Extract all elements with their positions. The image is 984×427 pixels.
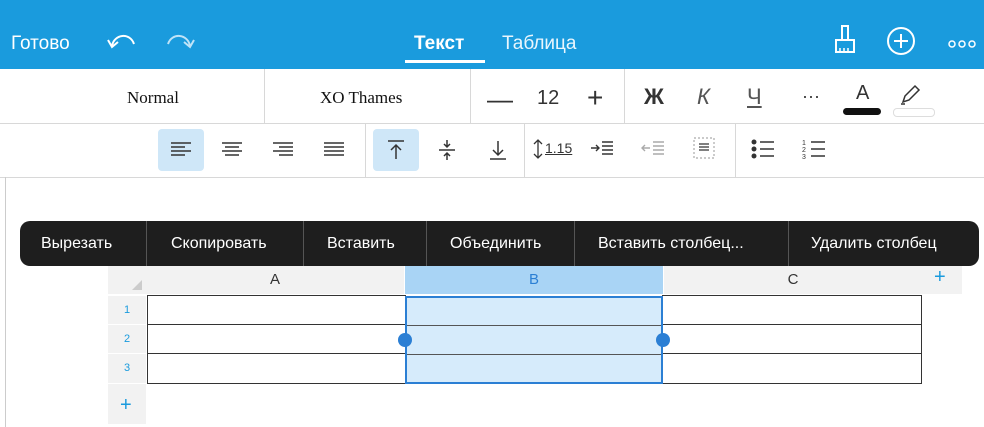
divider (470, 69, 471, 123)
line-spacing-icon[interactable] (532, 138, 544, 165)
divider (365, 124, 366, 177)
svg-text:2: 2 (802, 147, 806, 154)
bold-button[interactable]: Ж (644, 84, 664, 110)
paragraph-style-select[interactable]: Normal (127, 88, 179, 108)
font-color-swatch (843, 108, 881, 115)
add-row-button[interactable]: + (120, 394, 132, 417)
active-tab-indicator (405, 60, 485, 63)
column-header-b[interactable]: B (405, 266, 663, 294)
font-select[interactable]: XO Thames (320, 88, 402, 108)
menu-divider (146, 221, 147, 266)
menu-item-merge[interactable]: Объединить (450, 221, 541, 266)
valign-top-button[interactable] (373, 129, 419, 171)
menu-item-insert-column[interactable]: Вставить столбец... (598, 221, 744, 266)
bulleted-list-icon[interactable] (750, 137, 776, 166)
row-header-2[interactable]: 2 (108, 325, 146, 353)
more-format-button[interactable]: ··· (802, 86, 820, 107)
selection-handle-left[interactable] (398, 333, 412, 347)
menu-divider (426, 221, 427, 266)
align-justify-button[interactable] (311, 129, 357, 171)
row-header-1[interactable]: 1 (108, 296, 146, 324)
selected-column[interactable] (405, 296, 663, 384)
decrease-font-button[interactable]: — (487, 84, 513, 115)
menu-item-delete-column[interactable]: Удалить столбец (811, 221, 937, 266)
menu-divider (788, 221, 789, 266)
table-cell[interactable] (147, 295, 406, 325)
column-header-a[interactable]: A (146, 266, 404, 294)
top-toolbar: Готово Текст Таблица (0, 0, 984, 69)
menu-divider (574, 221, 575, 266)
numbered-list-icon[interactable]: 123 (801, 137, 827, 166)
svg-text:1: 1 (802, 140, 806, 147)
align-right-button[interactable] (260, 129, 306, 171)
menu-item-paste[interactable]: Вставить (327, 221, 395, 266)
divider (524, 124, 525, 177)
menu-item-cut[interactable]: Вырезать (41, 221, 112, 266)
add-icon[interactable] (886, 26, 916, 61)
indent-decrease-icon[interactable] (640, 138, 666, 163)
indent-increase-icon[interactable] (589, 138, 615, 163)
text-frame-icon[interactable] (692, 136, 716, 165)
highlight-color-swatch (893, 108, 935, 117)
redo-icon[interactable] (164, 26, 196, 54)
context-menu: Вырезать Скопировать Вставить Объединить… (20, 221, 979, 266)
selection-handle-right[interactable] (656, 333, 670, 347)
divider (264, 69, 265, 123)
tab-text[interactable]: Текст (414, 33, 464, 55)
table-cell[interactable] (662, 324, 922, 354)
table-cell[interactable] (662, 353, 922, 384)
add-column-button[interactable]: + (934, 266, 946, 289)
done-button[interactable]: Готово (11, 33, 70, 55)
font-size-value[interactable]: 12 (537, 87, 559, 110)
font-color-button[interactable]: А (856, 82, 869, 105)
valign-bottom-button[interactable] (475, 129, 521, 171)
column-header-c[interactable]: C (664, 266, 922, 294)
align-center-button[interactable] (209, 129, 255, 171)
row-header-3[interactable]: 3 (108, 354, 146, 383)
svg-text:3: 3 (802, 154, 806, 161)
table-cell[interactable] (147, 324, 406, 354)
table-corner[interactable] (108, 266, 146, 294)
divider (624, 69, 625, 123)
underline-button[interactable]: Ч (747, 84, 762, 110)
line-spacing-value[interactable]: 1.15 (545, 140, 572, 156)
highlight-pen-icon[interactable] (899, 82, 923, 111)
menu-divider (303, 221, 304, 266)
increase-font-button[interactable]: + (587, 82, 603, 114)
more-options-icon[interactable] (948, 36, 976, 54)
divider (735, 124, 736, 177)
tab-table[interactable]: Таблица (502, 33, 577, 55)
align-left-button[interactable] (158, 129, 204, 171)
menu-item-copy[interactable]: Скопировать (171, 221, 267, 266)
italic-button[interactable]: К (697, 84, 710, 110)
valign-middle-button[interactable] (424, 129, 470, 171)
page-edge (5, 177, 6, 427)
table-cell[interactable] (147, 353, 406, 384)
table-cell[interactable] (662, 295, 922, 325)
undo-icon[interactable] (106, 26, 138, 54)
format-painter-icon[interactable] (834, 24, 856, 61)
